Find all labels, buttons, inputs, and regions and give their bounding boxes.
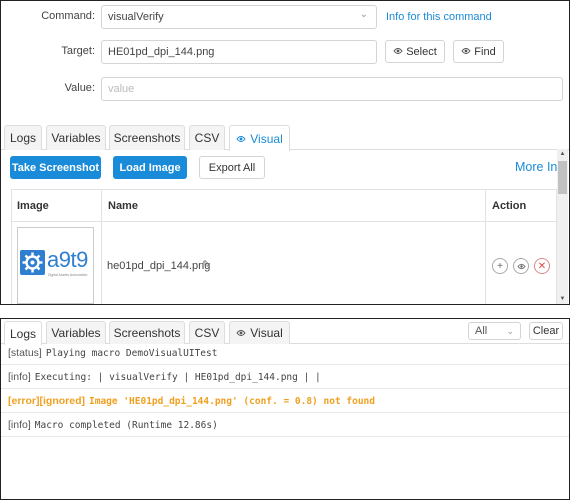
view-eye-icon[interactable] (513, 258, 529, 274)
tab-csv[interactable]: CSV (189, 125, 225, 150)
tab-label: Visual (250, 131, 283, 146)
value-row: Value: value (1, 77, 569, 101)
select-button[interactable]: Select (385, 40, 445, 63)
logo-text: a9t9 (47, 247, 88, 272)
eye-icon (461, 46, 471, 58)
top-tab-bar: Logs Variables Screenshots CSV Visual (1, 125, 569, 151)
column-divider (485, 190, 486, 304)
select-button-label: Select (406, 45, 437, 58)
tab-label: Variables (51, 131, 101, 145)
add-icon[interactable]: + (492, 258, 508, 274)
tab-label: Screenshots (113, 326, 181, 340)
log-entry: [info] Executing: | visualVerify | HE01pd… (1, 365, 569, 389)
image-thumbnail[interactable]: a9t9 Digital Assets Automation (17, 227, 94, 304)
clear-button[interactable]: Clear (529, 322, 563, 340)
log-entry-error: [error][ignored] Image 'HE01pd_dpi_144.pn… (1, 389, 569, 413)
log-entry: [status] Playing macro DemoVisualUITest (1, 341, 569, 365)
find-button-label: Find (474, 45, 496, 58)
target-input[interactable]: HE01pd_dpi_144.png (101, 40, 377, 64)
header-divider (12, 221, 558, 222)
tab-visual[interactable]: Visual (229, 125, 290, 151)
tab-label: Logs (9, 131, 37, 145)
scroll-down-icon[interactable]: ▼ (557, 294, 568, 304)
tab-label: CSV (194, 326, 220, 340)
log-message: Playing macro DemoVisualUITest (45, 348, 218, 359)
log-message: Executing: | visualVerify | HE01pd_dpi_1… (34, 372, 321, 383)
tab-label: Logs (9, 326, 37, 341)
tab-label: Variables (51, 326, 101, 340)
chevron-down-icon: ⌄ (359, 9, 368, 20)
log-tag: [info] (8, 419, 31, 431)
value-placeholder: value (108, 83, 135, 95)
command-label: Command: (41, 10, 95, 22)
export-all-label: Export All (208, 161, 256, 174)
chevron-down-icon: ⌄ (506, 325, 514, 336)
log-entry: [info] Macro completed (Runtime 12.86s) (1, 413, 569, 437)
column-header-name: Name (108, 200, 138, 212)
log-message: Macro completed (Runtime 12.86s) (34, 420, 218, 431)
tab-label: CSV (194, 131, 220, 145)
scroll-thumb[interactable] (558, 161, 567, 194)
log-tag: [error][ignored] (8, 395, 85, 407)
log-filter-value: All (475, 325, 488, 337)
target-value: HE01pd_dpi_144.png (108, 46, 215, 58)
target-label: Target: (61, 45, 95, 57)
log-message: Image 'HE01pd_dpi_144.png' (conf. = 0.8)… (89, 396, 375, 407)
tab-label: Visual (250, 326, 283, 340)
take-screenshot-button[interactable]: Take Screenshot (10, 156, 101, 179)
command-info-link[interactable]: Info for this command (386, 11, 492, 23)
column-header-action: Action (492, 200, 527, 212)
tab-logs[interactable]: Logs (4, 125, 42, 150)
scrollbar[interactable]: ▲ ▼ (557, 149, 568, 304)
macro-editor-panel: Command: visualVerify ⌄ Info for this co… (0, 0, 570, 305)
load-image-button[interactable]: Load Image (113, 156, 187, 179)
image-name: he01pd_dpi_144.png (107, 260, 211, 272)
edit-pencil-icon[interactable]: ✎ (202, 258, 211, 271)
scroll-up-icon[interactable]: ▲ (557, 149, 568, 159)
log-tag: [status] (8, 347, 42, 359)
logo-subtext: Digital Assets Automation (48, 273, 88, 277)
value-label: Value: (64, 82, 95, 94)
visual-table: Image Name Action a9t9 Digital Assets Au… (11, 189, 558, 304)
value-input[interactable]: value (101, 77, 563, 101)
column-divider (101, 190, 102, 304)
tab-label: Screenshots (113, 131, 181, 145)
export-all-button[interactable]: Export All (199, 156, 265, 179)
log-panel: Logs Variables Screenshots CSV Visual Al… (0, 318, 570, 500)
column-header-image: Image (17, 200, 49, 212)
clear-label: Clear (532, 325, 560, 337)
gear-icon (20, 250, 45, 275)
eye-icon (393, 46, 403, 58)
tab-variables[interactable]: Variables (46, 125, 106, 150)
command-value: visualVerify (108, 11, 164, 23)
tab-screenshots[interactable]: Screenshots (109, 125, 185, 150)
command-select[interactable]: visualVerify ⌄ (101, 5, 377, 29)
log-filter-select[interactable]: All ⌄ (468, 322, 521, 340)
target-row: Target: HE01pd_dpi_144.png Select Find (1, 40, 569, 64)
command-row: Command: visualVerify ⌄ Info for this co… (1, 5, 569, 29)
delete-icon[interactable]: ✕ (534, 258, 550, 274)
find-button[interactable]: Find (453, 40, 504, 63)
eye-icon (236, 326, 246, 340)
eye-icon (236, 132, 246, 146)
log-tag: [info] (8, 371, 31, 383)
